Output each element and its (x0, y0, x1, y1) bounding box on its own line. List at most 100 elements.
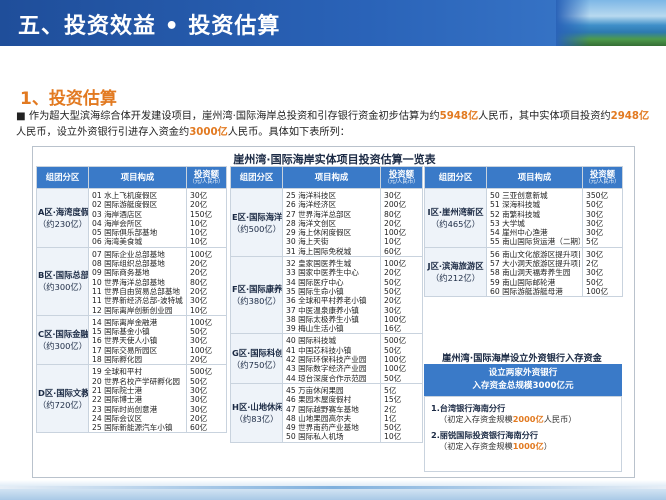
zone-total: （约380亿） (232, 296, 282, 307)
investment-value: 2亿 (586, 259, 599, 269)
project-item: 31 海上国际免税城 (286, 246, 352, 256)
zone-row: F区·国际康养区（约380亿）32 皇家国医养生城33 国家中医养生中心34 国… (230, 256, 423, 335)
header-zone: 组团分区 (230, 166, 283, 189)
investment-value: 50亿 (384, 277, 402, 287)
zone-total: （约230亿） (38, 218, 88, 229)
zone-name: F区·国际康养区 (232, 284, 283, 295)
zone-cell: E区·国际海洋城（约500亿） (230, 187, 283, 258)
project-item: 53 大学城 (490, 218, 525, 228)
project-item: 14 国际离岸金融港 (92, 317, 158, 327)
investment-value: 20亿 (190, 268, 208, 278)
table-title: 崖州湾·国际海岸实体项目投资估算一览表 (233, 153, 436, 166)
bank-note: （初定入存资金规模2000亿人民币） (439, 414, 577, 424)
investment-value: 50亿 (586, 200, 604, 210)
zone-row: C区·国际金融区（约300亿）14 国际离岸金融港15 国际基金小镇16 世界天… (36, 314, 227, 366)
intro-text-1: 作为超大型滨海综合体开发建设项目，崖州湾·国际海岸总投资和引存银行资金初步估算为… (25, 111, 440, 122)
project-item: 15 国际基金小镇 (92, 327, 150, 337)
header-zone: 组团分区 (424, 166, 487, 189)
investment-value: 20亿 (384, 268, 402, 278)
total-investment-value: 5948亿 (439, 111, 479, 122)
investment-value: 50亿 (384, 345, 402, 355)
zone-name: B区·国际总部区 (38, 270, 89, 281)
investment-value: 1亿 (384, 413, 397, 423)
zone-total: （约300亿） (38, 341, 88, 352)
intro-text-4: 人民币。具体如下表所列： (227, 127, 350, 138)
project-item: 38 国际太极养生小镇 (286, 314, 359, 324)
zone-cell: F区·国际康养区（约380亿） (230, 256, 283, 335)
project-item: 01 水上飞机度假区 (92, 191, 158, 200)
investment-value: 50亿 (190, 376, 208, 386)
footer-line (0, 486, 666, 489)
project-item: 25 海洋科技区 (286, 191, 337, 200)
project-list: 50 三亚创意新城 51 深海科技城 52 南繁科技城 53 大学城 54 崖州中心渔港… (486, 188, 583, 248)
project-item: 18 国际孵化园 (92, 355, 143, 365)
project-list: 40 国际科技城 41 中国芯科技小镇 42 国际环保科技产业园 43 国际数字经济产… (282, 333, 381, 384)
zone-total: （约300亿） (38, 282, 88, 293)
zone-row: B区·国际总部区（约300亿）07 国际企业总部基地08 国际组织总部基地09 … (36, 246, 227, 316)
investment-value: 20亿 (190, 259, 208, 269)
investment-table-middle: 组团分区 项目构成 投资额（元/人民币） E区·国际海洋城（约500亿）25 海… (230, 166, 423, 443)
project-item: 30 海上天街 (286, 237, 329, 247)
investment-value: 100亿 (384, 259, 407, 269)
bank-fund-header-line2: 入存资金总规模3000亿元 (472, 381, 574, 391)
project-list: 32 皇家国医养生城 33 国家中医养生中心 34 国际医疗中心 35 国际生命小镇 3… (282, 256, 381, 335)
project-item: 26 海洋经济区 (286, 200, 337, 210)
project-item: 32 皇家国医养生城 (286, 259, 352, 269)
zone-row: J区·滨海旅游区 （约212亿） 56 南山文化旅游区提升项目 57 大小洞天旅游区提… (424, 246, 623, 298)
bank-fund-header-line1: 设立两家外资银行 (488, 368, 558, 378)
project-item: 41 中国芯科技小镇 (286, 345, 352, 355)
project-item: 59 南山国际邮轮港 (490, 277, 556, 287)
investment-table-right: 组团分区 项目构成 投资额 （元/人民币） I区·崖州湾新区 （约465亿） 50 三… (424, 166, 623, 298)
investment-list: 100亿 20亿 20亿 80亿 20亿 30亿 10亿 (186, 246, 227, 316)
investment-value: 100亿 (190, 345, 213, 355)
project-item: 37 中医温泉康养小镇 (286, 305, 359, 315)
investment-value: 200亿 (384, 200, 407, 210)
zone-name: J区·滨海旅游区 (427, 261, 484, 272)
intro-text-2: 人民币，其中实体项目投资约 (478, 111, 611, 122)
zone-row: A区·海湾度假带（约230亿）01 水上飞机度假区02 国际游艇度假区03 海岸… (36, 188, 227, 248)
zone-total: （约500亿） (232, 223, 282, 234)
project-item: 56 南山文化旅游区提升项目 (490, 249, 580, 259)
investment-list: 500亿 50亿 30亿 30亿 30亿 20亿 60亿 (186, 364, 227, 434)
project-item: 33 国家中医养生中心 (286, 268, 359, 278)
investment-value: 30亿 (190, 404, 208, 414)
zone-total: （约83亿） (234, 413, 279, 424)
header-bar: 五、投资效益 • 投资估算 (0, 0, 666, 46)
project-item: 55 南山国际货运港（二期） (490, 237, 580, 247)
project-item: 25 国际新能源汽车小镇 (92, 423, 173, 433)
investment-value: 10亿 (190, 237, 208, 247)
investment-value: 80亿 (190, 277, 208, 287)
project-item: 09 国际商务基地 (92, 268, 150, 278)
investment-value: 350亿 (586, 191, 609, 200)
project-item: 12 国际离岸创新创业园 (92, 305, 173, 315)
project-item: 03 海岸酒店区 (92, 209, 143, 219)
investment-value: 100亿 (384, 314, 407, 324)
investment-value: 20亿 (190, 355, 208, 365)
project-list: 56 南山文化旅游区提升项目 57 大小洞天旅游区提升项目 58 南山洞天福寿养生园… (486, 246, 583, 298)
project-item: 35 国际生命小镇 (286, 286, 344, 296)
project-item: 60 国际游艇游艇母港 (490, 286, 563, 296)
header-value: 投资额 （元/人民币） (380, 166, 423, 189)
zone-name: E区·国际海洋城 (232, 211, 283, 222)
zone-cell: H区·山地休闲谷（约83亿） (230, 382, 283, 443)
investment-value: 30亿 (586, 218, 604, 228)
investment-value: 20亿 (190, 286, 208, 296)
investment-value: 100亿 (190, 249, 213, 259)
investment-value: 30亿 (190, 296, 208, 306)
project-item: 07 国际企业总部基地 (92, 249, 165, 259)
bank-fund-body: 1.台湾银行海南分行 （初定入存资金规模2000亿人民币） 2.丽锐国际投资银行… (424, 396, 622, 472)
investment-value: 16亿 (384, 324, 402, 334)
investment-value: 20亿 (190, 200, 208, 210)
project-item: 36 全球和平村养老小镇 (286, 296, 367, 306)
investment-value: 10亿 (384, 432, 402, 442)
project-item: 46 果园木屋度假村 (286, 395, 352, 405)
project-item: 49 世界南药产业基地 (286, 423, 359, 433)
project-item: 48 山地果园高尔夫 (286, 413, 352, 423)
project-item: 23 国际时尚创意港 (92, 404, 158, 414)
project-item: 58 南山洞天福寿养生园 (490, 268, 571, 278)
investment-value: 500亿 (384, 336, 407, 346)
zone-total: （约465亿） (430, 218, 481, 229)
investment-value: 30亿 (190, 336, 208, 346)
bank-deposit-amount: 1000亿 (512, 441, 544, 451)
investment-value: 100亿 (384, 228, 407, 238)
